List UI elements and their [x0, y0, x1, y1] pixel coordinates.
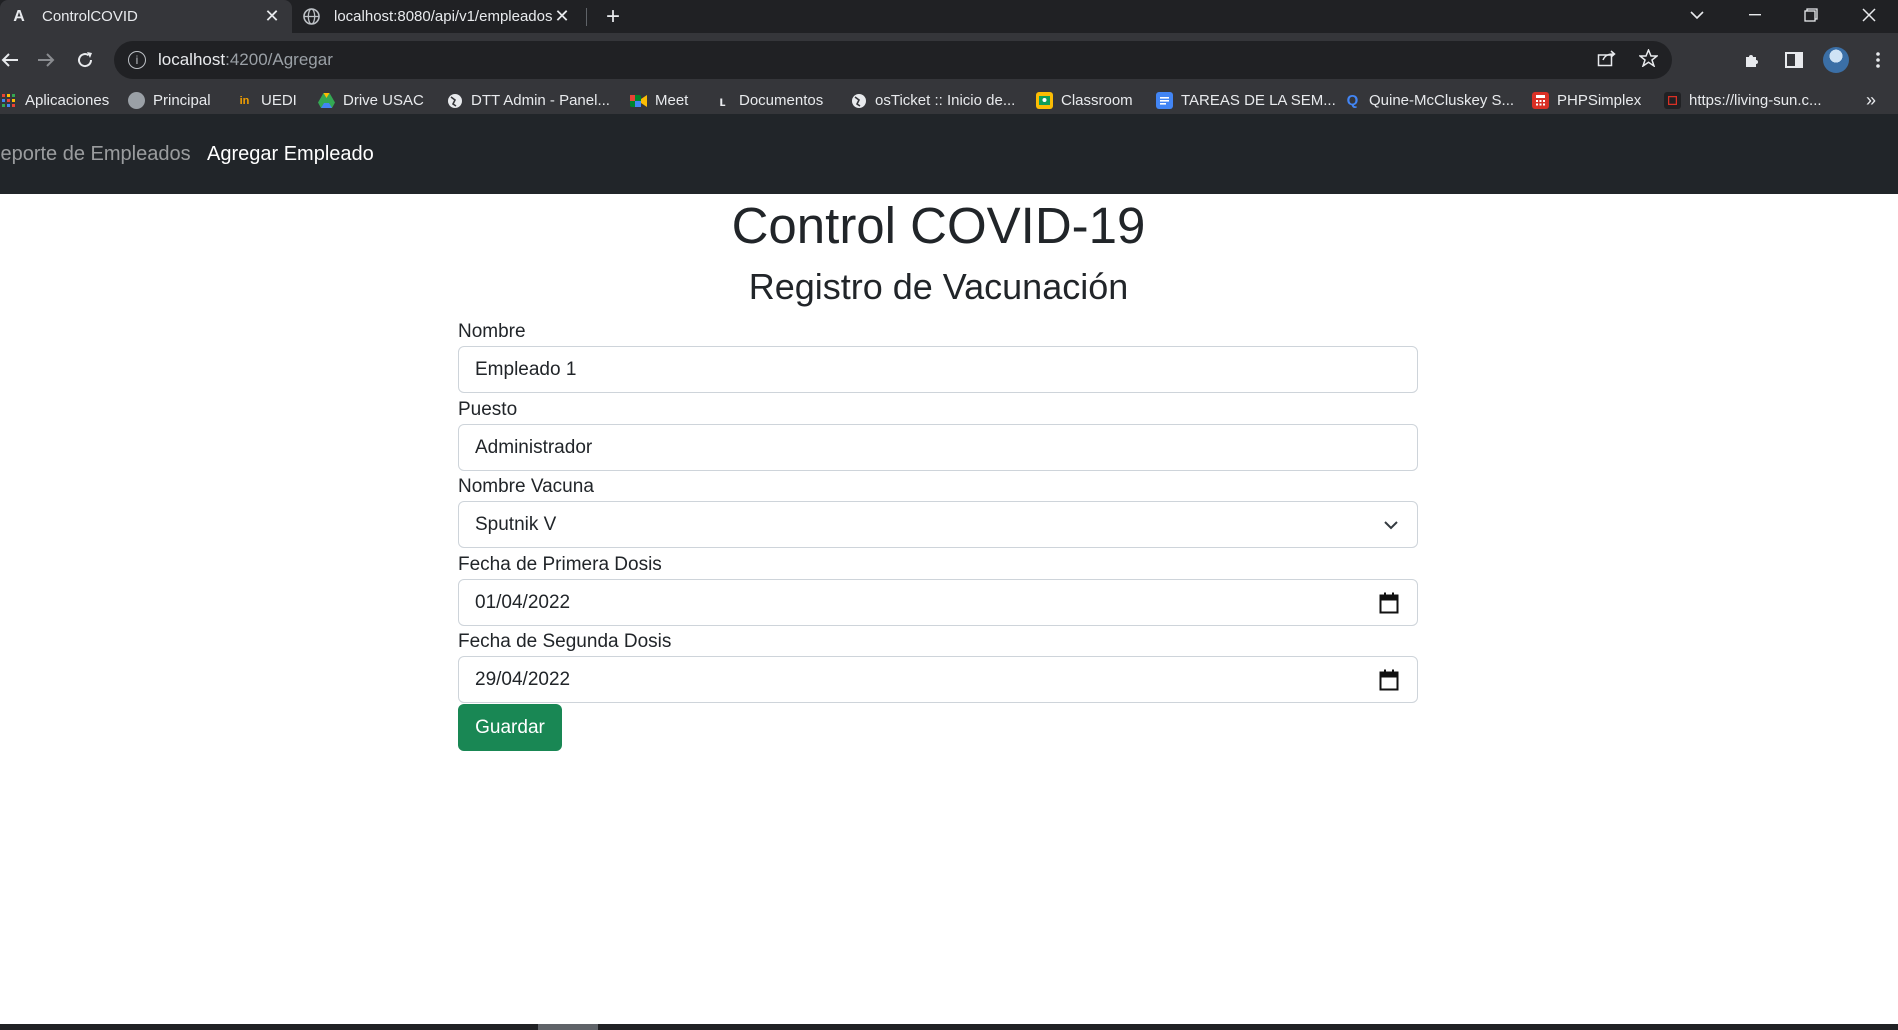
browser-tabstrip: A ControlCOVID ✕ localhost:8080/api/v1/e…	[0, 0, 1898, 33]
address-bar[interactable]: i localhost:4200/Agregar	[114, 41, 1672, 79]
calendar-icon[interactable]	[1379, 657, 1399, 702]
nombre-input[interactable]: Empleado 1	[458, 346, 1418, 393]
angular-app-icon: A	[13, 7, 25, 25]
tab-search-icon[interactable]	[1674, 0, 1720, 30]
apps-grid-icon	[0, 92, 17, 109]
restore-icon[interactable]	[1788, 0, 1834, 30]
bookmark-principal[interactable]: Principal	[128, 87, 211, 114]
bookmark-label: Documentos	[739, 92, 824, 109]
globe-icon	[302, 8, 320, 26]
bookmark-phpsimplex[interactable]: PHPSimplex	[1532, 87, 1641, 114]
globe-icon	[850, 92, 867, 109]
share-icon[interactable]	[1597, 49, 1617, 72]
bookmark-label: Drive USAC	[343, 92, 424, 109]
bookmark-uedi[interactable]: in UEDI	[236, 87, 297, 114]
back-arrow-icon[interactable]	[0, 44, 26, 76]
bookmark-dtt-admin[interactable]: DTT Admin - Panel...	[446, 87, 610, 114]
bookmark-tareas[interactable]: TAREAS DE LA SEM...	[1156, 87, 1336, 114]
bookmark-drive-usac[interactable]: Drive USAC	[318, 87, 424, 114]
calendar-icon[interactable]	[1379, 580, 1399, 625]
bookmark-label: UEDI	[261, 92, 297, 109]
nav-link-agregar-empleado[interactable]: Agregar Empleado	[207, 114, 374, 194]
drive-icon	[318, 92, 335, 109]
bookmarks-bar: Aplicaciones Principal in UEDI Drive USA…	[0, 87, 1898, 114]
docs-icon: ʟ	[719, 92, 726, 109]
bookmark-meet[interactable]: Meet	[630, 87, 688, 114]
vacuna-label: Nombre Vacuna	[458, 476, 594, 497]
puesto-value: Administrador	[475, 436, 593, 458]
bookmark-living-sun[interactable]: https://living-sun.c...	[1664, 87, 1822, 114]
classroom-icon	[1036, 92, 1053, 109]
bookmark-label: Classroom	[1061, 92, 1133, 109]
browser-tab-active[interactable]: A ControlCOVID ✕	[0, 0, 292, 33]
horizontal-scrollbar[interactable]	[0, 1024, 1898, 1030]
segunda-dosis-label: Fecha de Segunda Dosis	[458, 631, 672, 652]
bookmark-label: PHPSimplex	[1557, 92, 1642, 109]
bookmark-star-icon[interactable]	[1637, 47, 1660, 72]
bookmark-osticket[interactable]: osTicket :: Inicio de...	[850, 87, 1015, 114]
profile-avatar[interactable]	[1820, 44, 1852, 76]
new-tab-icon[interactable]: +	[598, 0, 628, 33]
browser-toolbar: i localhost:4200/Agregar	[0, 33, 1898, 87]
q-icon: Q	[1346, 92, 1359, 109]
scrollbar-thumb[interactable]	[538, 1024, 598, 1030]
app-navbar: Reporte de Empleados Agregar Empleado	[0, 114, 1898, 194]
puesto-input[interactable]: Administrador	[458, 424, 1418, 471]
nombre-label: Nombre	[458, 321, 526, 342]
puesto-label: Puesto	[458, 399, 518, 420]
url-host: localhost	[158, 50, 226, 69]
guardar-button[interactable]: Guardar	[458, 704, 562, 751]
extensions-puzzle-icon[interactable]	[1736, 44, 1768, 76]
close-tab-icon[interactable]: ✕	[552, 6, 572, 27]
bookmark-label: Principal	[153, 92, 211, 109]
calculator-icon	[1532, 92, 1549, 109]
bookmark-label: osTicket :: Inicio de...	[875, 92, 1016, 109]
uedi-icon: in	[239, 94, 250, 107]
bookmark-label: DTT Admin - Panel...	[471, 92, 610, 109]
bookmark-classroom[interactable]: Classroom	[1036, 87, 1133, 114]
site-icon	[1664, 92, 1681, 109]
bookmark-label: Quine-McCluskey S...	[1369, 92, 1515, 109]
bookmark-label: https://living-sun.c...	[1689, 92, 1822, 109]
segunda-dosis-value: 29/04/2022	[475, 668, 571, 690]
globe-icon	[128, 92, 145, 109]
page-title: Control COVID-19	[731, 197, 1146, 254]
bookmark-quine-mccluskey[interactable]: Q Quine-McCluskey S...	[1344, 87, 1514, 114]
globe-icon	[446, 92, 463, 109]
tab-separator	[586, 8, 587, 26]
bookmark-label: Aplicaciones	[25, 92, 110, 109]
bookmarks-overflow-icon[interactable]: »	[1866, 87, 1876, 114]
nombre-value: Empleado 1	[475, 358, 577, 380]
chrome-menu-icon[interactable]	[1862, 44, 1894, 76]
close-window-icon[interactable]	[1846, 0, 1892, 30]
bookmark-label: Meet	[655, 92, 689, 109]
site-info-icon[interactable]: i	[128, 51, 146, 69]
docs-blue-icon	[1156, 92, 1173, 109]
bookmark-label: TAREAS DE LA SEM...	[1181, 92, 1336, 109]
chevron-down-icon	[1383, 502, 1399, 547]
reload-icon[interactable]	[69, 44, 101, 76]
page-subtitle: Registro de Vacunación	[748, 266, 1129, 307]
nav-link-reporte-empleados[interactable]: Reporte de Empleados	[0, 114, 191, 194]
browser-tab-api[interactable]: localhost:8080/api/v1/empleados ✕	[292, 0, 582, 33]
tab-title: ControlCOVID	[42, 8, 138, 25]
bookmark-aplicaciones[interactable]: Aplicaciones	[0, 87, 109, 114]
tab-title: localhost:8080/api/v1/empleados	[334, 8, 552, 25]
url-path: :4200/Agregar	[225, 50, 333, 69]
vacuna-selected-value: Sputnik V	[475, 513, 557, 535]
minimize-icon[interactable]	[1732, 0, 1778, 30]
close-tab-icon[interactable]: ✕	[262, 6, 282, 27]
forward-arrow-icon[interactable]	[30, 44, 62, 76]
vacuna-select[interactable]: Sputnik V	[458, 501, 1418, 548]
side-panel-icon[interactable]	[1778, 44, 1810, 76]
bookmark-documentos[interactable]: ʟ Documentos	[714, 87, 823, 114]
meet-icon	[630, 92, 647, 109]
primera-dosis-date-input[interactable]: 01/04/2022	[458, 579, 1418, 626]
primera-dosis-value: 01/04/2022	[475, 591, 571, 613]
primera-dosis-label: Fecha de Primera Dosis	[458, 554, 662, 575]
segunda-dosis-date-input[interactable]: 29/04/2022	[458, 656, 1418, 703]
